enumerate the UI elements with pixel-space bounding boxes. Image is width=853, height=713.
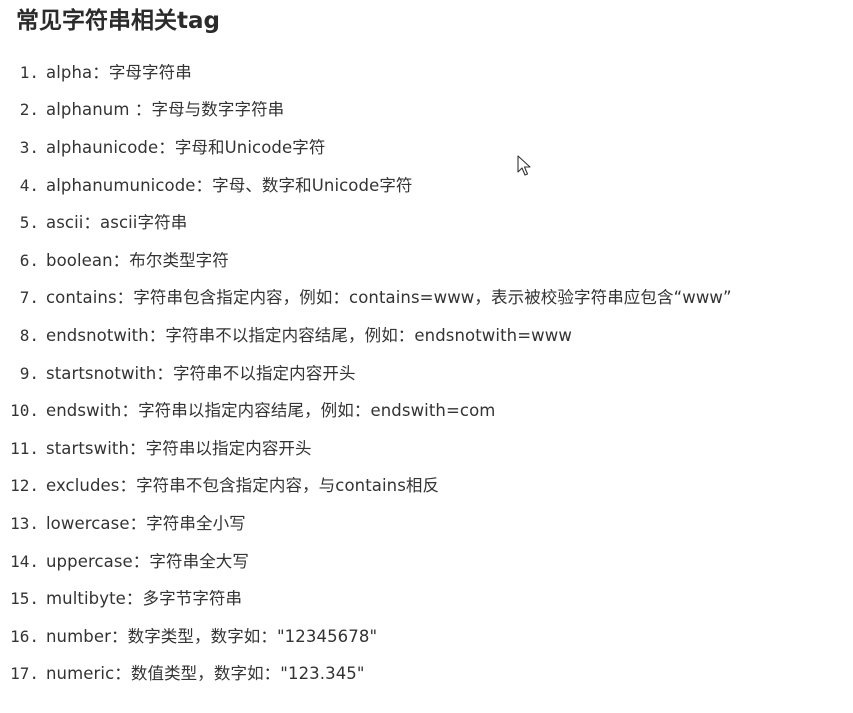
list-item: 12. excludes：字符串不包含指定内容，与contains相反 — [0, 468, 732, 506]
list-item-number: 1. — [19, 62, 39, 82]
list-item-number: 15. — [10, 589, 39, 609]
list-item: 17. numeric：数值类型，数字如："123.345" — [0, 656, 732, 694]
list-item-text: multibyte：多字节字符串 — [46, 589, 243, 609]
list-item-text: ascii：ascii字符串 — [46, 213, 188, 233]
list-item: 6. boolean：布尔类型字符 — [0, 242, 732, 280]
list-item-number: 11. — [10, 438, 39, 458]
list-item: 1. alpha：字母字符串 — [0, 54, 732, 92]
list-item: 16. number：数字类型，数字如："12345678" — [0, 618, 732, 656]
list-item-text: startswith：字符串以指定内容开头 — [46, 438, 312, 458]
list-item: 13. lowercase：字符串全小写 — [0, 505, 732, 543]
list-item-text: lowercase：字符串全小写 — [46, 513, 246, 533]
list-item-number: 17. — [10, 664, 39, 684]
list-item-number: 9. — [19, 363, 39, 383]
list-item: 5. ascii：ascii字符串 — [0, 204, 732, 242]
list-item: 8. endsnotwith：字符串不以指定内容结尾，例如：endsnotwit… — [0, 317, 732, 355]
tag-list: 1. alpha：字母字符串 2. alphanum ：字母与数字字符串 3. … — [0, 54, 732, 693]
list-item: 3. alphaunicode：字母和Unicode字符 — [0, 129, 732, 167]
list-item-number: 8. — [19, 325, 39, 345]
document-page: 常见字符串相关tag 1. alpha：字母字符串 2. alphanum ：字… — [0, 0, 853, 713]
list-item-text: endswith：字符串以指定内容结尾，例如：endswith=com — [46, 401, 496, 421]
list-item-number: 4. — [19, 175, 39, 195]
list-item-number: 5. — [19, 213, 39, 233]
mouse-pointer-icon — [517, 155, 531, 176]
list-item-text: alphanumunicode：字母、数字和Unicode字符 — [46, 175, 413, 195]
list-item: 7. contains：字符串包含指定内容，例如：contains=www，表示… — [0, 280, 732, 318]
list-item-text: numeric：数值类型，数字如："123.345" — [46, 664, 365, 684]
list-item-text: endsnotwith：字符串不以指定内容结尾，例如：endsnotwith=w… — [46, 325, 572, 345]
page-title: 常见字符串相关tag — [16, 8, 220, 34]
list-item-number: 2. — [19, 100, 39, 120]
list-item: 2. alphanum ：字母与数字字符串 — [0, 92, 732, 130]
list-item-text: number：数字类型，数字如："12345678" — [46, 626, 378, 646]
list-item-number: 12. — [10, 476, 39, 496]
list-item-text: uppercase：字符串全大写 — [46, 551, 250, 571]
list-item-text: alpha：字母字符串 — [46, 62, 192, 82]
list-item-text: alphanum ：字母与数字字符串 — [46, 100, 285, 120]
list-item-number: 7. — [19, 288, 39, 308]
list-item-number: 10. — [10, 401, 39, 421]
list-item: 11. startswith：字符串以指定内容开头 — [0, 430, 732, 468]
list-item-number: 16. — [10, 626, 39, 646]
list-item: 14. uppercase：字符串全大写 — [0, 543, 732, 581]
list-item-text: contains：字符串包含指定内容，例如：contains=www，表示被校验… — [46, 288, 732, 308]
list-item: 9. startsnotwith：字符串不以指定内容开头 — [0, 355, 732, 393]
list-item-number: 14. — [10, 551, 39, 571]
list-item-number: 13. — [10, 513, 39, 533]
list-item-text: boolean：布尔类型字符 — [46, 250, 229, 270]
list-item: 10. endswith：字符串以指定内容结尾，例如：endswith=com — [0, 392, 732, 430]
list-item-number: 3. — [19, 137, 39, 157]
list-item-text: excludes：字符串不包含指定内容，与contains相反 — [46, 476, 440, 496]
list-item: 4. alphanumunicode：字母、数字和Unicode字符 — [0, 167, 732, 205]
list-item-text: alphaunicode：字母和Unicode字符 — [46, 137, 326, 157]
list-item-text: startsnotwith：字符串不以指定内容开头 — [46, 363, 356, 383]
list-item-number: 6. — [19, 250, 39, 270]
list-item: 15. multibyte：多字节字符串 — [0, 580, 732, 618]
